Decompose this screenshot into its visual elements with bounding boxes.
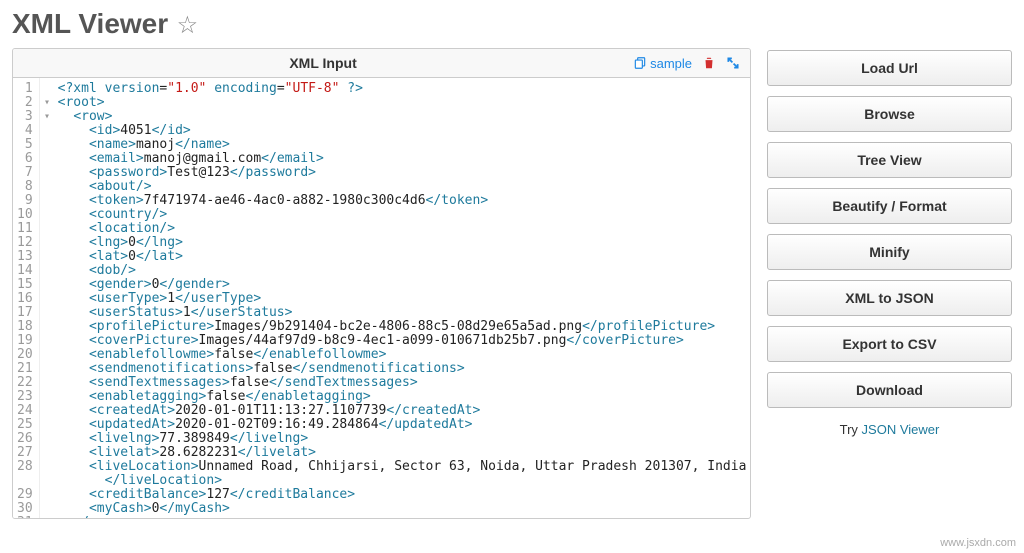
code-line[interactable]: <livelat>28.6282231</livelat> xyxy=(58,446,746,460)
tree-view-button[interactable]: Tree View xyxy=(767,142,1012,178)
clear-button[interactable] xyxy=(702,56,716,70)
action-sidebar: Load Url Browse Tree View Beautify / For… xyxy=(767,48,1012,519)
export-csv-button[interactable]: Export to CSV xyxy=(767,326,1012,362)
favorite-star-icon[interactable]: ☆ xyxy=(177,12,199,39)
code-line[interactable]: </liveLocation> xyxy=(58,474,746,488)
code-line[interactable]: <token>7f471974-ae46-4ac0-a882-1980c300c… xyxy=(58,194,746,208)
json-viewer-link[interactable]: JSON Viewer xyxy=(862,422,940,437)
sample-label: sample xyxy=(650,56,692,71)
code-line[interactable]: <enabletagging>false</enabletagging> xyxy=(58,390,746,404)
code-editor[interactable]: 1234567891011121314151617181920212223242… xyxy=(13,78,750,518)
code-line[interactable]: <coverPicture>Images/44af97d9-b8c9-4ec1-… xyxy=(58,334,746,348)
code-line[interactable]: <lat>0</lat> xyxy=(58,250,746,264)
code-line[interactable]: <about/> xyxy=(58,180,746,194)
input-panel-header: XML Input sample xyxy=(13,49,750,78)
code-line[interactable]: <country/> xyxy=(58,208,746,222)
code-line[interactable]: <sendTextmessages>false</sendTextmessage… xyxy=(58,376,746,390)
fold-gutter[interactable]: ▾▾ xyxy=(41,82,53,519)
code-line[interactable]: <livelng>77.389849</livelng> xyxy=(58,432,746,446)
browse-button[interactable]: Browse xyxy=(767,96,1012,132)
code-line[interactable]: <password>Test@123</password> xyxy=(58,166,746,180)
code-line[interactable]: <createdAt>2020-01-01T11:13:27.1107739</… xyxy=(58,404,746,418)
beautify-button[interactable]: Beautify / Format xyxy=(767,188,1012,224)
minify-button[interactable]: Minify xyxy=(767,234,1012,270)
code-line[interactable]: <sendmenotifications>false</sendmenotifi… xyxy=(58,362,746,376)
page-title: XML Viewer xyxy=(12,8,168,39)
code-line[interactable]: <myCash>0</myCash> xyxy=(58,502,746,516)
code-line[interactable]: <updatedAt>2020-01-02T09:16:49.284864</u… xyxy=(58,418,746,432)
fullscreen-button[interactable] xyxy=(726,56,740,70)
download-button[interactable]: Download xyxy=(767,372,1012,408)
code-line[interactable]: <profilePicture>Images/9b291404-bc2e-480… xyxy=(58,320,746,334)
code-line[interactable]: <userStatus>1</userStatus> xyxy=(58,306,746,320)
code-line[interactable]: <name>manoj</name> xyxy=(58,138,746,152)
code-line[interactable]: <gender>0</gender> xyxy=(58,278,746,292)
load-url-button[interactable]: Load Url xyxy=(767,50,1012,86)
code-line[interactable]: </row> xyxy=(58,516,746,518)
code-line[interactable]: <enablefollowme>false</enablefollowme> xyxy=(58,348,746,362)
code-line[interactable]: <userType>1</userType> xyxy=(58,292,746,306)
code-line[interactable]: <email>manoj@gmail.com</email> xyxy=(58,152,746,166)
code-line[interactable]: <id>4051</id> xyxy=(58,124,746,138)
sample-button[interactable]: sample xyxy=(633,56,692,71)
code-line[interactable]: <lng>0</lng> xyxy=(58,236,746,250)
try-json-viewer: Try JSON Viewer xyxy=(767,422,1012,437)
code-line[interactable]: <dob/> xyxy=(58,264,746,278)
code-line[interactable]: <liveLocation>Unnamed Road, Chhijarsi, S… xyxy=(58,460,746,474)
code-line[interactable]: <row> xyxy=(58,110,746,124)
watermark: www.jsxdn.com xyxy=(940,537,1016,549)
code-line[interactable]: <root> xyxy=(58,96,746,110)
xml-to-json-button[interactable]: XML to JSON xyxy=(767,280,1012,316)
code-line[interactable]: <creditBalance>127</creditBalance> xyxy=(58,488,746,502)
code-line[interactable]: <location/> xyxy=(58,222,746,236)
code-content[interactable]: <?xml version="1.0" encoding="UTF-8" ?><… xyxy=(40,78,750,518)
code-line[interactable]: <?xml version="1.0" encoding="UTF-8" ?> xyxy=(58,82,746,96)
line-gutter: 1234567891011121314151617181920212223242… xyxy=(13,78,40,518)
input-panel-title: XML Input xyxy=(289,55,356,71)
